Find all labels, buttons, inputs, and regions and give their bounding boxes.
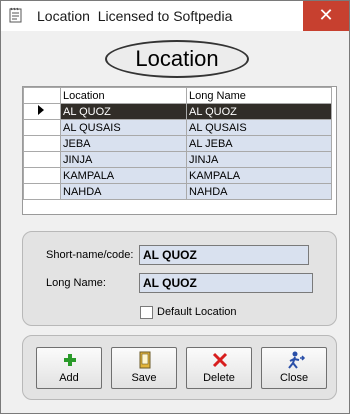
- grid-header-row: Location Long Name: [23, 87, 332, 104]
- detail-panel: Short-name/code: AL QUOZ Long Name: AL Q…: [22, 231, 337, 326]
- delete-button-label: Delete: [203, 372, 235, 384]
- cell-location[interactable]: NAHDA: [60, 183, 187, 200]
- add-button[interactable]: Add: [36, 347, 102, 389]
- delete-x-icon: [212, 352, 228, 368]
- short-name-field[interactable]: AL QUOZ: [139, 245, 309, 265]
- title-bar: Location Licensed to Softpedia ✕: [1, 1, 349, 31]
- cell-location[interactable]: AL QUSAIS: [60, 119, 187, 136]
- cell-long-name[interactable]: JINJA: [186, 151, 332, 168]
- save-button[interactable]: Save: [111, 347, 177, 389]
- button-panel: Add Save Delete Close: [22, 335, 337, 400]
- default-location-label[interactable]: Default Location: [157, 306, 237, 318]
- window-title: Location Licensed to Softpedia: [37, 8, 233, 24]
- current-row-arrow-icon: [38, 105, 44, 115]
- table-row[interactable]: KAMPALA KAMPALA: [23, 167, 332, 184]
- close-icon: ✕: [318, 5, 334, 25]
- save-icon: [139, 351, 151, 369]
- column-header-long-name[interactable]: Long Name: [186, 87, 332, 104]
- long-name-label: Long Name:: [46, 277, 106, 289]
- page-title: Location: [105, 40, 249, 78]
- cell-location[interactable]: JINJA: [60, 151, 187, 168]
- add-button-label: Add: [59, 372, 79, 384]
- cell-location[interactable]: JEBA: [60, 135, 187, 152]
- table-row[interactable]: JINJA JINJA: [23, 151, 332, 168]
- location-window: Location Licensed to Softpedia ✕ Locatio…: [0, 0, 350, 414]
- cell-long-name[interactable]: AL QUOZ: [186, 103, 332, 120]
- row-indicator[interactable]: [23, 135, 61, 152]
- cell-long-name[interactable]: NAHDA: [186, 183, 332, 200]
- table-row[interactable]: AL QUOZ AL QUOZ: [23, 103, 332, 120]
- column-header-location[interactable]: Location: [60, 87, 187, 104]
- close-button[interactable]: Close: [261, 347, 327, 389]
- cell-long-name[interactable]: KAMPALA: [186, 167, 332, 184]
- short-name-label: Short-name/code:: [46, 249, 134, 261]
- cell-long-name[interactable]: AL JEBA: [186, 135, 332, 152]
- notepad-app-icon: [9, 7, 22, 23]
- cell-location[interactable]: KAMPALA: [60, 167, 187, 184]
- long-name-field[interactable]: AL QUOZ: [139, 273, 313, 293]
- delete-button[interactable]: Delete: [186, 347, 252, 389]
- row-indicator[interactable]: [23, 151, 61, 168]
- exit-person-icon: [288, 351, 306, 369]
- row-indicator[interactable]: [23, 183, 61, 200]
- close-button-label: Close: [279, 372, 309, 384]
- plus-icon: [64, 354, 76, 366]
- locations-grid[interactable]: Location Long Name AL QUOZ AL QUOZ AL QU…: [22, 86, 337, 215]
- default-location-checkbox[interactable]: [140, 306, 153, 319]
- client-area: Location Location Long Name AL QUOZ AL Q…: [5, 31, 345, 409]
- row-indicator[interactable]: [23, 167, 61, 184]
- row-indicator[interactable]: [23, 103, 61, 120]
- grid-corner-cell: [23, 87, 61, 104]
- table-row[interactable]: NAHDA NAHDA: [23, 183, 332, 200]
- table-row[interactable]: AL QUSAIS AL QUSAIS: [23, 119, 332, 136]
- row-indicator[interactable]: [23, 119, 61, 136]
- window-close-button[interactable]: ✕: [303, 1, 349, 31]
- table-row[interactable]: JEBA AL JEBA: [23, 135, 332, 152]
- cell-location[interactable]: AL QUOZ: [60, 103, 187, 120]
- cell-long-name[interactable]: AL QUSAIS: [186, 119, 332, 136]
- save-button-label: Save: [131, 372, 157, 384]
